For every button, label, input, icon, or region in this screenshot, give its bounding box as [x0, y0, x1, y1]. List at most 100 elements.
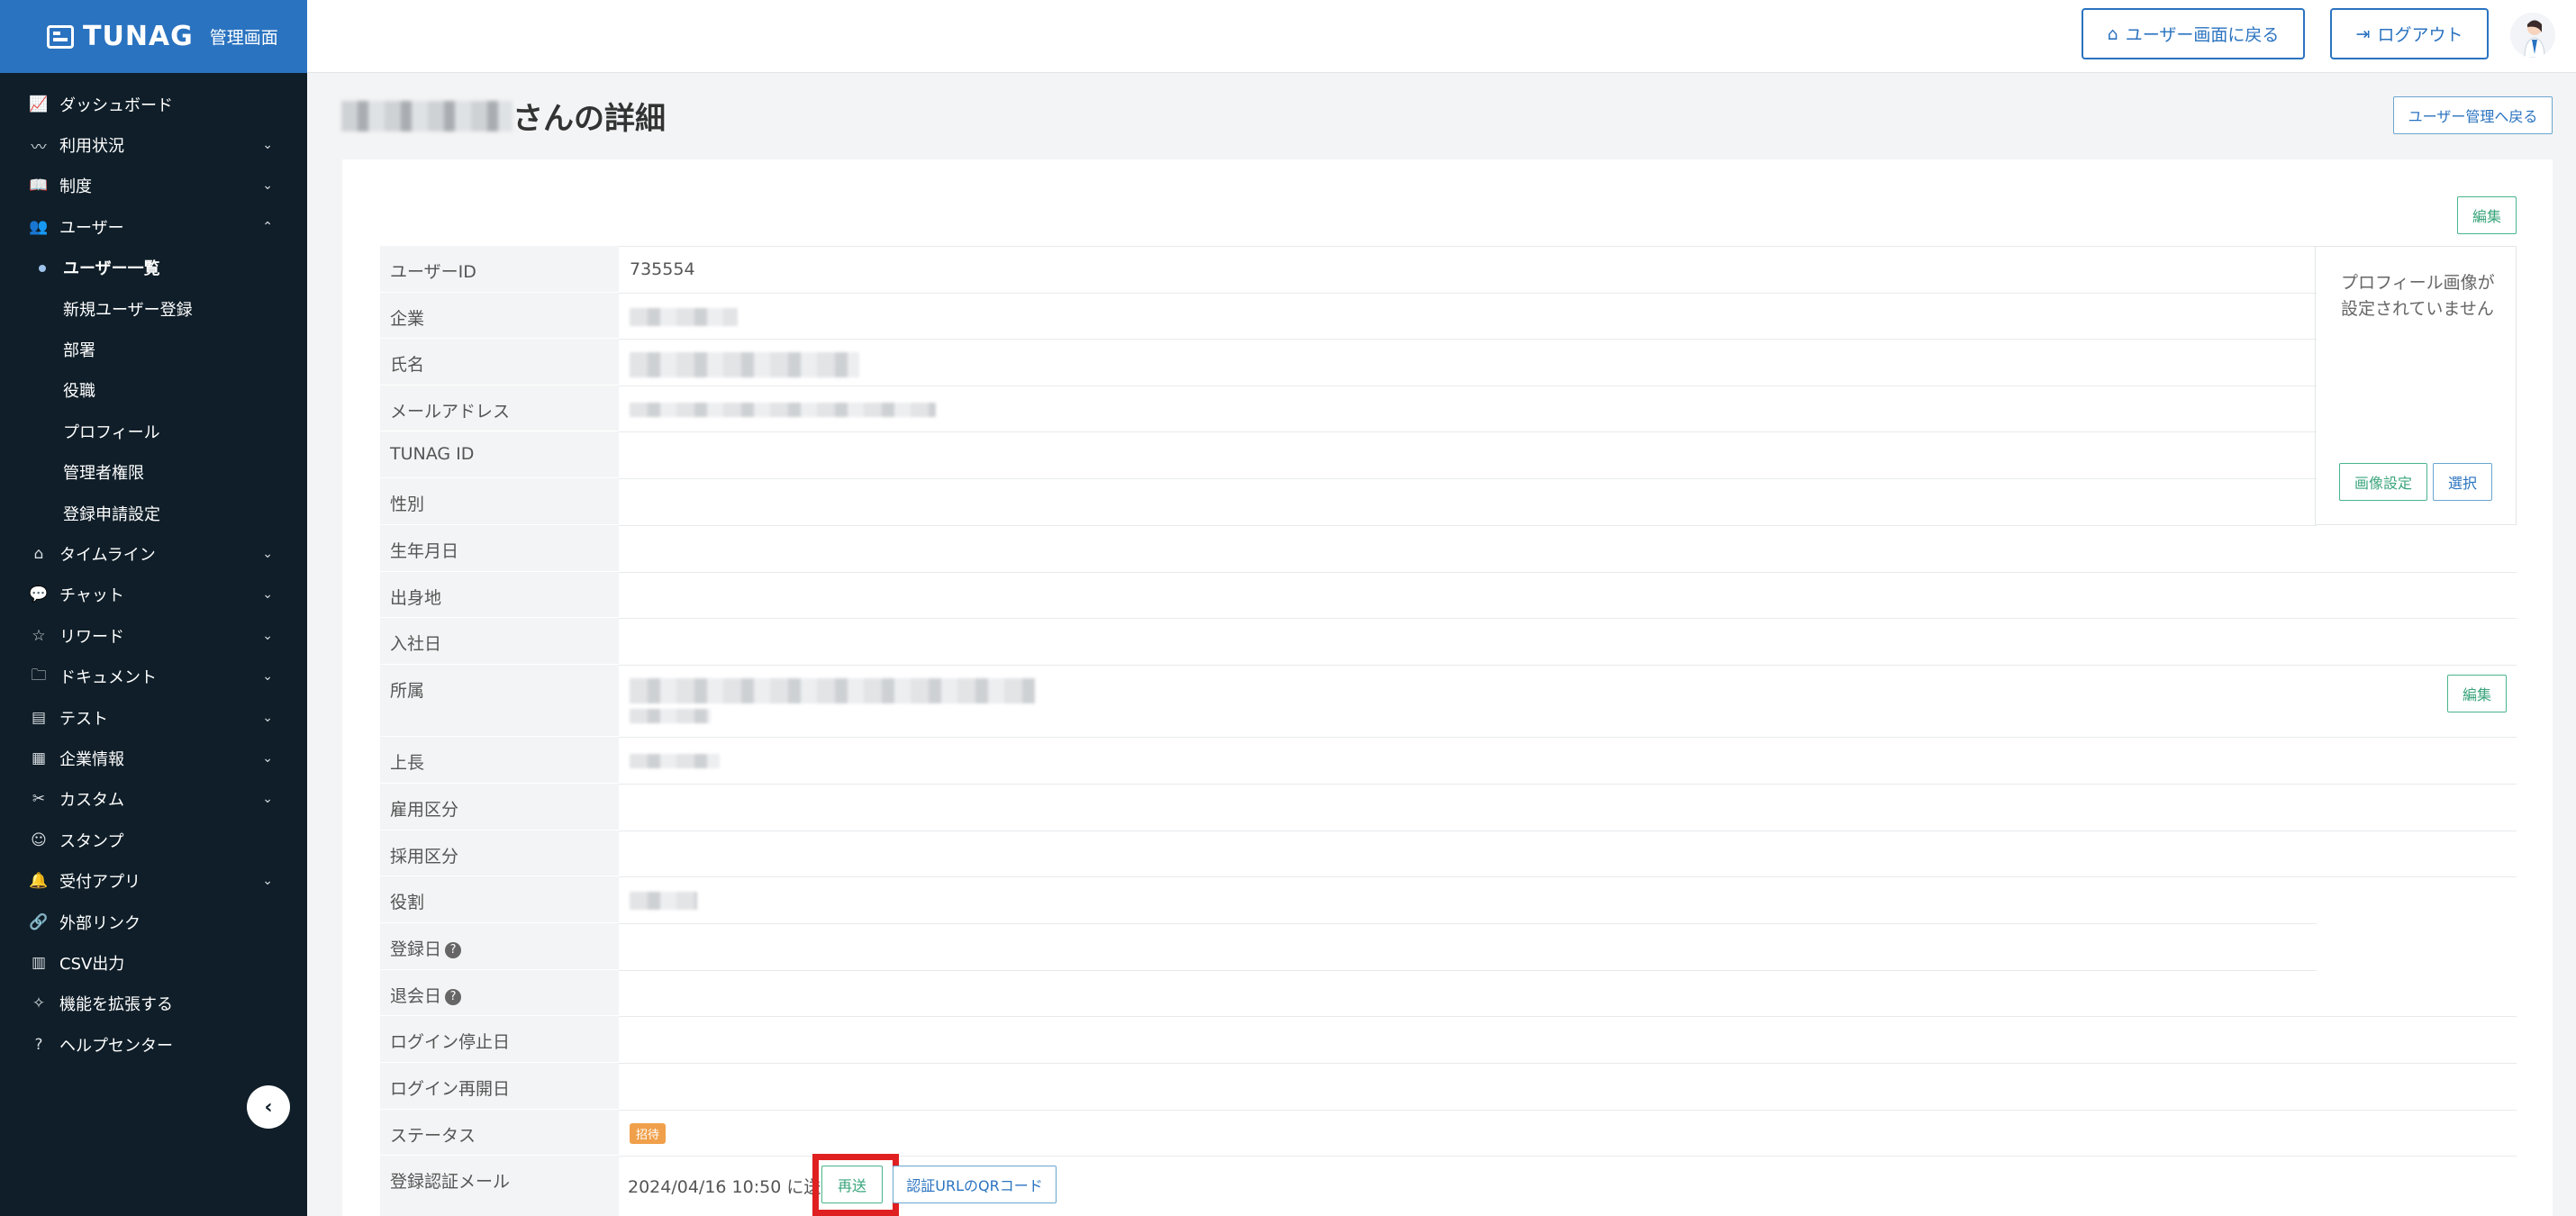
table-row: 採用区分	[380, 830, 2517, 876]
edit-affiliation-button[interactable]: 編集	[2447, 675, 2507, 712]
user-detail-card: 編集 ユーザーID 735554 企業 氏名 メールアドレス TUNAG ID …	[342, 159, 2553, 1216]
link-icon: 🔗	[29, 912, 49, 931]
tunag-id-label: TUNAG ID	[380, 431, 619, 478]
sidebar-item-chat[interactable]: 💬 チャット ⌄	[0, 575, 307, 615]
sidebar-item-label: チャット	[59, 586, 124, 606]
chevron-down-icon: ⌄	[262, 669, 273, 685]
sidebar-item-extend-features[interactable]: ✧ 機能を拡張する	[0, 984, 307, 1024]
blurred-value	[630, 678, 1035, 703]
sidebar-subitem-registration-settings[interactable]: 登録申請設定	[0, 493, 307, 533]
boss-label: 上長	[380, 737, 619, 784]
chart-icon: 📈	[29, 95, 49, 113]
gender-label: 性別	[380, 478, 619, 525]
withdrawn-date-text: 退会日	[390, 986, 442, 1006]
sidebar-item-help-center[interactable]: ? ヘルプセンター	[0, 1024, 307, 1065]
question-circle-icon[interactable]: ?	[445, 988, 462, 1005]
user-id-value: 735554	[619, 246, 2317, 293]
sidebar-item-usage[interactable]: 〰 利用状況 ⌄	[0, 124, 307, 165]
sidebar-subitem-user-list[interactable]: ユーザー一覧	[0, 248, 307, 288]
status-label: ステータス	[380, 1110, 619, 1156]
sidebar-item-documents[interactable]: 🗀 ドキュメント ⌄	[0, 656, 307, 696]
birthday-value	[619, 525, 2317, 572]
sidebar: TUNAG 管理画面 📈 ダッシュボード 〰 利用状況 ⌄ 📖 制度 ⌄ 👥 ユ…	[0, 0, 307, 1216]
tunag-logo-icon	[47, 24, 74, 49]
brand[interactable]: TUNAG 管理画面	[0, 0, 307, 73]
sidebar-subitem-admin-rights[interactable]: 管理者権限	[0, 452, 307, 493]
status-value: 招待	[619, 1110, 2517, 1156]
sidebar-item-dashboard[interactable]: 📈 ダッシュボード	[0, 84, 307, 124]
question-circle-icon[interactable]: ?	[445, 941, 462, 958]
book-icon: 📖	[29, 177, 49, 195]
topbar: ⌂ ユーザー画面に戻る ⇥ ログアウト	[307, 0, 2576, 73]
smile-icon: ☺	[31, 830, 47, 849]
table-row: 企業	[380, 293, 2317, 339]
test-icon: ▤	[31, 708, 47, 727]
sidebar-item-label: 機能を拡張する	[59, 995, 173, 1015]
withdrawn-date-label: 退会日?	[380, 970, 619, 1016]
sidebar-item-stamp[interactable]: ☺ スタンプ	[0, 820, 307, 860]
table-row: 所属	[380, 665, 2517, 737]
back-to-user-management-button[interactable]: ユーザー管理へ戻る	[2393, 96, 2553, 134]
edit-button[interactable]: 編集	[2457, 196, 2517, 234]
registration-mail-sent-text: 2024/04/16 10:50 に送信	[628, 1177, 839, 1197]
role-label: 役割	[380, 876, 619, 923]
table-row: TUNAG ID	[380, 431, 2317, 478]
bell-icon: 🔔	[29, 872, 49, 891]
table-row: ステータス 招待	[380, 1110, 2517, 1156]
sidebar-item-reception-app[interactable]: 🔔 受付アプリ ⌄	[0, 860, 307, 901]
star-icon: ☆	[32, 626, 46, 645]
registration-mail-label: 登録認証メール	[380, 1156, 619, 1216]
sidebar-subitem-positions[interactable]: 役職	[0, 370, 307, 411]
qr-code-button[interactable]: 認証URLのQRコード	[893, 1166, 1057, 1203]
avatar[interactable]	[2510, 13, 2555, 58]
email-label: メールアドレス	[380, 386, 619, 431]
affiliation-label: 所属	[380, 665, 619, 737]
affiliation-value	[619, 665, 2517, 737]
back-to-user-screen-button[interactable]: ⌂ ユーザー画面に戻る	[2082, 8, 2305, 59]
sidebar-collapse-button[interactable]: ‹	[247, 1085, 290, 1129]
sidebar-subitem-new-user[interactable]: 新規ユーザー登録	[0, 288, 307, 329]
logout-label: ログアウト	[2377, 25, 2463, 45]
sidebar-item-external-links[interactable]: 🔗 外部リンク	[0, 902, 307, 942]
sidebar-subitem-profile[interactable]: プロフィール	[0, 411, 307, 451]
sidebar-item-label: リワード	[59, 627, 124, 647]
logout-icon: ⇥	[2355, 23, 2371, 44]
login-resume-label: ログイン再開日	[380, 1063, 619, 1110]
table-row: 退会日?	[380, 970, 2317, 1016]
sidebar-item-label: カスタム	[59, 791, 124, 811]
sidebar-item-label: 企業情報	[59, 749, 124, 769]
login-resume-value	[619, 1063, 2517, 1110]
table-row: 氏名	[380, 339, 2317, 386]
registered-date-text: 登録日	[390, 939, 442, 959]
table-row: 性別	[380, 478, 2317, 525]
sidebar-item-test[interactable]: ▤ テスト ⌄	[0, 697, 307, 738]
select-image-button[interactable]: 選択	[2433, 463, 2492, 501]
home-icon: ⌂	[33, 544, 44, 563]
sidebar-item-csv-export[interactable]: ▥ CSV出力	[0, 942, 307, 983]
chevron-down-icon: ⌄	[262, 874, 273, 889]
birthday-label: 生年月日	[380, 525, 619, 572]
logout-button[interactable]: ⇥ ログアウト	[2330, 8, 2489, 59]
hiring-value	[619, 830, 2517, 876]
resend-button[interactable]: 再送	[821, 1166, 883, 1203]
login-stop-value	[619, 1016, 2517, 1063]
sidebar-item-reward[interactable]: ☆ リワード ⌄	[0, 615, 307, 656]
chevron-down-icon: ⌄	[262, 587, 273, 603]
sidebar-subitem-departments[interactable]: 部署	[0, 329, 307, 369]
sidebar-item-users[interactable]: 👥 ユーザー ⌃	[0, 206, 307, 247]
sidebar-item-timeline[interactable]: ⌂ タイムライン ⌄	[0, 533, 307, 574]
back-to-user-screen-label: ユーザー画面に戻る	[2125, 25, 2280, 45]
email-value	[619, 386, 2317, 431]
no-profile-image-text: プロフィール画像が設定されていません	[2341, 273, 2495, 319]
sidebar-item-custom[interactable]: ✂ カスタム ⌄	[0, 779, 307, 820]
sidebar-item-label: スタンプ	[59, 831, 124, 851]
sidebar-item-label: CSV出力	[59, 954, 125, 974]
status-badge: 招待	[630, 1123, 667, 1144]
sidebar-item-system[interactable]: 📖 制度 ⌄	[0, 166, 307, 206]
join-date-label: 入社日	[380, 618, 619, 665]
gender-value	[619, 478, 2317, 525]
users-icon: 👥	[29, 217, 49, 236]
table-row: 登録日?	[380, 923, 2317, 970]
image-setting-button[interactable]: 画像設定	[2339, 463, 2427, 501]
sidebar-item-company-info[interactable]: ▦ 企業情報 ⌄	[0, 738, 307, 778]
